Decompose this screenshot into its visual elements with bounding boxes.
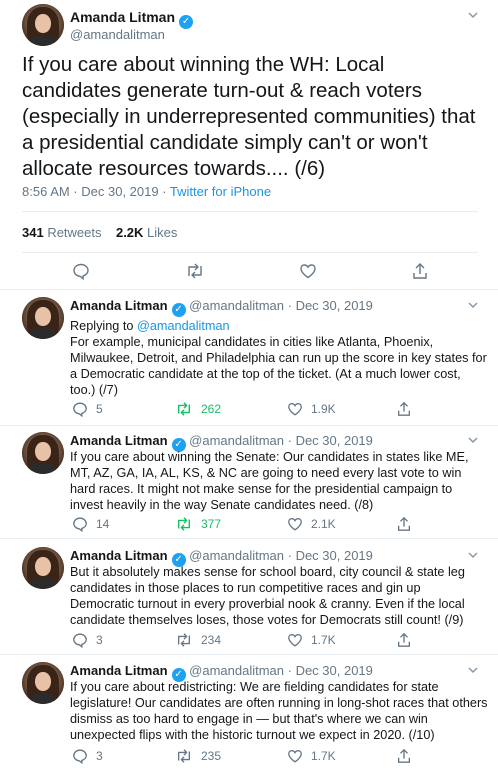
retweet-count: 235 <box>201 749 222 763</box>
share-icon[interactable] <box>411 262 429 280</box>
divider <box>22 211 478 212</box>
reply-avatar[interactable] <box>22 297 64 339</box>
chevron-down-icon[interactable] <box>467 299 479 311</box>
retweet-button[interactable]: 235 <box>175 748 221 764</box>
like-button[interactable]: 1.7K <box>287 632 336 648</box>
divider <box>0 654 498 655</box>
reply-date[interactable]: Dec 30, 2019 <box>296 663 373 678</box>
main-tweet: Amanda Litman ✓ @amandalitman If you care… <box>0 0 498 288</box>
retweet-count: 377 <box>201 517 222 531</box>
reply-handle[interactable]: @amandalitman <box>189 298 284 313</box>
main-avatar[interactable] <box>22 4 64 46</box>
chevron-down-icon[interactable] <box>467 664 479 676</box>
reply-button[interactable]: 3 <box>72 748 103 764</box>
divider <box>0 538 498 539</box>
reply-text: But it absolutely makes sense for school… <box>70 565 465 627</box>
like-count: 1.9K <box>311 402 336 416</box>
reply-handle[interactable]: @amandalitman <box>189 663 284 678</box>
main-author-name[interactable]: Amanda Litman <box>70 9 175 25</box>
like-count: 1.7K <box>311 749 336 763</box>
like-icon[interactable] <box>299 262 317 280</box>
main-handle[interactable]: @amandalitman <box>70 27 165 42</box>
replying-to: Replying to @amandalitman <box>70 319 230 333</box>
divider <box>0 289 498 290</box>
reply-author-name[interactable]: Amanda Litman <box>70 548 168 563</box>
reply-count: 5 <box>96 402 103 416</box>
reply-actions: 14 377 2.1K <box>70 516 470 532</box>
reply-tweet[interactable]: Amanda Litman ✓ @amandalitman · Dec 30, 2… <box>0 297 498 423</box>
chevron-down-icon[interactable] <box>467 9 479 21</box>
reply-tweet[interactable]: Amanda Litman ✓ @amandalitman · Dec 30, 2… <box>0 432 498 537</box>
reply-handle[interactable]: @amandalitman <box>189 433 284 448</box>
reply-date[interactable]: Dec 30, 2019 <box>296 548 373 563</box>
reply-button[interactable]: 5 <box>72 401 103 417</box>
like-button[interactable]: 2.1K <box>287 516 336 532</box>
reply-tweet[interactable]: Amanda Litman ✓ @amandalitman · Dec 30, 2… <box>0 547 498 652</box>
reply-actions: 3 234 1.7K <box>70 632 470 648</box>
chevron-down-icon[interactable] <box>467 434 479 446</box>
reply-button[interactable]: 3 <box>72 632 103 648</box>
reply-count: 3 <box>96 633 103 647</box>
reply-handle[interactable]: @amandalitman <box>189 548 284 563</box>
share-button[interactable] <box>396 401 412 417</box>
likes-stat[interactable]: 2.2K Likes <box>116 225 177 240</box>
retweet-icon[interactable] <box>185 262 205 280</box>
retweet-count: 262 <box>201 402 222 416</box>
main-source[interactable]: Twitter for iPhone <box>170 184 271 199</box>
like-button[interactable]: 1.7K <box>287 748 336 764</box>
reply-author-name[interactable]: Amanda Litman <box>70 433 168 448</box>
reply-tweet[interactable]: Amanda Litman ✓ @amandalitman · Dec 30, 2… <box>0 662 498 772</box>
main-timestamp[interactable]: 8:56 AM · Dec 30, 2019 · <box>22 184 170 199</box>
main-tweet-meta: 8:56 AM · Dec 30, 2019 · Twitter for iPh… <box>22 184 271 199</box>
reply-text: If you care about winning the Senate: Ou… <box>70 450 469 512</box>
reply-icon[interactable] <box>72 262 90 280</box>
replying-to-handle[interactable]: @amandalitman <box>137 319 230 333</box>
reply-author-name[interactable]: Amanda Litman <box>70 298 168 313</box>
reply-avatar[interactable] <box>22 662 64 704</box>
retweet-button[interactable]: 262 <box>175 401 221 417</box>
reply-header: Amanda Litman ✓ @amandalitman · Dec 30, 2… <box>70 298 373 317</box>
like-count: 2.1K <box>311 517 336 531</box>
reply-avatar[interactable] <box>22 432 64 474</box>
share-button[interactable] <box>396 516 412 532</box>
reply-actions: 5 262 1.9K <box>70 401 470 417</box>
retweets-stat[interactable]: 341 Retweets <box>22 225 102 240</box>
reply-date[interactable]: Dec 30, 2019 <box>296 298 373 313</box>
main-tweet-text: If you care about winning the WH: Local … <box>22 53 476 180</box>
share-button[interactable] <box>396 748 412 764</box>
reply-text: If you care about redistricting: We are … <box>70 680 488 742</box>
retweet-button[interactable]: 377 <box>175 516 221 532</box>
main-author: Amanda Litman ✓ <box>70 9 194 29</box>
main-stats: 341 Retweets 2.2K Likes <box>22 225 177 240</box>
like-button[interactable]: 1.9K <box>287 401 336 417</box>
divider <box>0 425 498 426</box>
reply-count: 3 <box>96 749 103 763</box>
reply-text: For example, municipal candidates in cit… <box>70 335 487 397</box>
divider <box>22 252 478 253</box>
verified-badge-icon: ✓ <box>171 303 186 317</box>
chevron-down-icon[interactable] <box>467 549 479 561</box>
verified-badge-icon: ✓ <box>179 15 194 29</box>
reply-count: 14 <box>96 517 110 531</box>
main-actions <box>0 262 498 280</box>
share-button[interactable] <box>396 632 412 648</box>
reply-date[interactable]: Dec 30, 2019 <box>296 433 373 448</box>
like-count: 1.7K <box>311 633 336 647</box>
reply-actions: 3 235 1.7K <box>70 748 470 764</box>
retweet-button[interactable]: 234 <box>175 632 221 648</box>
reply-button[interactable]: 14 <box>72 516 109 532</box>
reply-author-name[interactable]: Amanda Litman <box>70 663 168 678</box>
reply-avatar[interactable] <box>22 547 64 589</box>
retweet-count: 234 <box>201 633 222 647</box>
